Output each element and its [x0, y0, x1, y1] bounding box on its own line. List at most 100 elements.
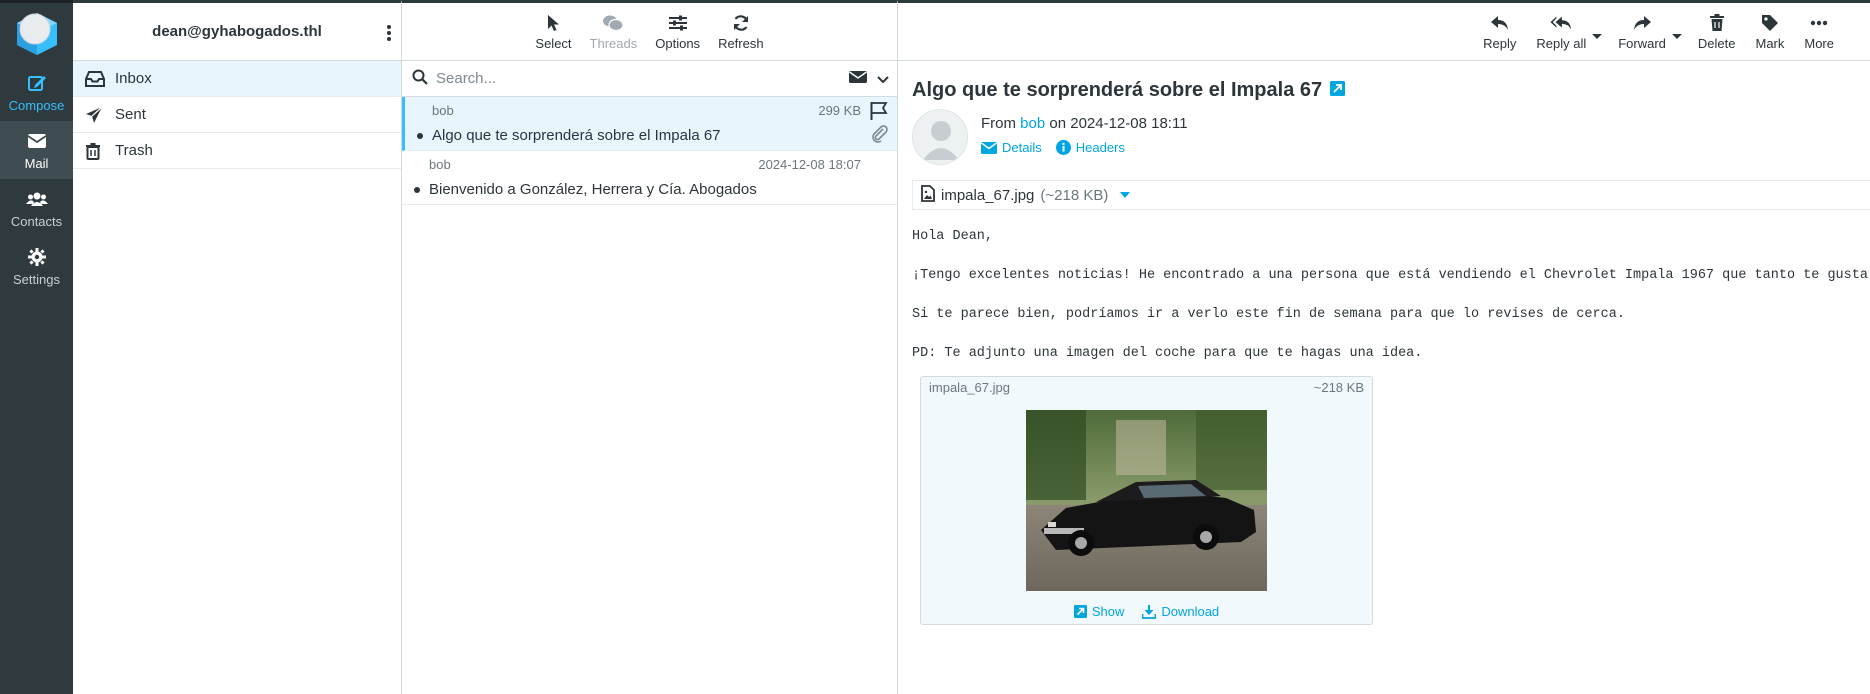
- reply-all-dropdown-icon[interactable]: [1592, 34, 1603, 39]
- kebab-menu-icon[interactable]: [383, 23, 395, 43]
- tag-icon: [1759, 12, 1781, 34]
- forward-label: Forward: [1618, 36, 1666, 51]
- contacts-icon: [25, 188, 48, 210]
- reply-all-label: Reply all: [1536, 36, 1587, 51]
- message-date: 2024-12-08 18:07: [758, 157, 861, 172]
- info-icon: [1055, 140, 1071, 155]
- ellipsis-icon: [1808, 12, 1830, 34]
- body-line: Hola Dean,: [912, 229, 994, 244]
- open-in-new-window-icon[interactable]: [1330, 79, 1346, 102]
- message-size: 299 KB: [818, 103, 861, 118]
- headers-label: Headers: [1075, 140, 1125, 155]
- attachment-menu-chevron-icon[interactable]: [1120, 192, 1131, 198]
- message-sender: bob: [429, 157, 451, 172]
- mail-subject: Algo que te sorprenderá sobre el Impala …: [912, 79, 1323, 101]
- reply-all-icon: [1550, 12, 1572, 34]
- image-actions: Show Download: [921, 604, 1372, 619]
- rail-compose[interactable]: Compose: [0, 63, 73, 121]
- threads-icon: [602, 12, 624, 34]
- mail-date: on 2024-12-08 18:11: [1049, 115, 1188, 132]
- reply-all-button[interactable]: Reply all: [1526, 3, 1596, 61]
- mark-button[interactable]: Mark: [1745, 3, 1794, 61]
- rail-mail[interactable]: Mail: [0, 121, 73, 179]
- image-attachment-card: impala_67.jpg ~218 KB Show Download: [920, 376, 1373, 625]
- search-bar: [402, 61, 897, 97]
- list-toolbar: Select Threads Options Refresh: [402, 3, 897, 61]
- reply-icon: [1489, 12, 1511, 34]
- reply-button[interactable]: Reply: [1473, 3, 1526, 61]
- open-in-new-window-icon: [1073, 605, 1087, 618]
- more-label: More: [1804, 36, 1834, 51]
- attachment-bar[interactable]: impala_67.jpg (~218 KB): [912, 180, 1870, 210]
- gear-icon: [26, 246, 48, 268]
- from-line: From bob on 2024-12-08 18:11: [981, 115, 1188, 132]
- message-row[interactable]: bob Algo que te sorprenderá sobre el Imp…: [402, 97, 897, 151]
- show-label: Show: [1091, 604, 1125, 619]
- folder-trash[interactable]: Trash: [73, 133, 401, 169]
- folder-panel: dean@gyhabogados.thl Inbox Sent Trash: [73, 0, 402, 694]
- body-line: ¡Tengo excelentes noticias! He encontrad…: [912, 268, 1870, 283]
- rail-compose-label: Compose: [8, 97, 65, 113]
- refresh-button[interactable]: Refresh: [709, 3, 773, 61]
- download-icon: [1142, 604, 1157, 619]
- more-button[interactable]: More: [1794, 3, 1844, 61]
- header-links: Details Headers: [981, 140, 1125, 155]
- envelope-icon: [26, 130, 48, 152]
- rail-contacts[interactable]: Contacts: [0, 179, 73, 237]
- search-options-chevron-icon[interactable]: [877, 71, 889, 87]
- delete-label: Delete: [1697, 36, 1736, 51]
- reader-toolbar: Reply Reply all Forward Delete Mark More: [898, 3, 1870, 61]
- trash-icon: [85, 141, 107, 161]
- refresh-icon: [730, 12, 752, 34]
- rail-mail-label: Mail: [24, 155, 49, 171]
- reading-pane: Reply Reply all Forward Delete Mark More…: [898, 0, 1870, 694]
- folder-sent[interactable]: Sent: [73, 97, 401, 133]
- forward-icon: [1631, 12, 1653, 34]
- app-rail: Compose Mail Contacts Settings: [0, 0, 73, 694]
- image-file-size: ~218 KB: [1313, 380, 1364, 395]
- message-subject: Algo que te sorprenderá sobre el Impala …: [432, 127, 721, 144]
- unread-dot-icon: [414, 187, 420, 193]
- message-subject: Bienvenido a González, Herrera y Cía. Ab…: [429, 181, 757, 198]
- details-label: Details: [1002, 140, 1042, 155]
- envelope-icon: [981, 141, 997, 154]
- folder-trash-label: Trash: [115, 142, 153, 159]
- account-email: dean@gyhabogados.thl: [152, 23, 322, 40]
- trash-icon: [1706, 12, 1728, 34]
- paper-plane-icon: [85, 105, 107, 125]
- cursor-icon: [542, 12, 564, 34]
- threads-label: Threads: [589, 36, 638, 51]
- compose-icon: [26, 72, 48, 94]
- message-row[interactable]: bob Bienvenido a González, Herrera y Cía…: [402, 151, 897, 205]
- image-file-name: impala_67.jpg: [929, 380, 1010, 395]
- details-link[interactable]: Details: [981, 140, 1042, 155]
- mail-subject-row: Algo que te sorprenderá sobre el Impala …: [912, 79, 1346, 102]
- headers-link[interactable]: Headers: [1055, 140, 1125, 155]
- download-label: Download: [1161, 604, 1220, 619]
- search-input[interactable]: [436, 70, 816, 87]
- threads-button[interactable]: Threads: [581, 3, 647, 61]
- attachment-size: (~218 KB): [1040, 186, 1109, 204]
- options-button[interactable]: Options: [646, 3, 709, 61]
- options-label: Options: [655, 36, 701, 51]
- roundcube-logo[interactable]: [0, 3, 73, 63]
- forward-dropdown-icon[interactable]: [1671, 34, 1682, 39]
- folder-inbox[interactable]: Inbox: [73, 61, 401, 97]
- delete-button[interactable]: Delete: [1688, 3, 1746, 61]
- rail-settings[interactable]: Settings: [0, 237, 73, 295]
- flag-icon[interactable]: [869, 101, 889, 124]
- show-image-link[interactable]: Show: [1073, 604, 1125, 619]
- sender-link[interactable]: bob: [1020, 115, 1045, 132]
- select-label: Select: [535, 36, 572, 51]
- forward-button[interactable]: Forward: [1608, 3, 1676, 61]
- car-photo[interactable]: [1026, 410, 1267, 591]
- search-icon: [412, 69, 428, 88]
- mark-label: Mark: [1755, 36, 1785, 51]
- unread-filter-icon[interactable]: [849, 70, 867, 87]
- reply-label: Reply: [1483, 36, 1517, 51]
- sliders-icon: [667, 12, 689, 34]
- attachment-paperclip-icon: [871, 125, 889, 146]
- folder-sent-label: Sent: [115, 106, 146, 123]
- download-image-link[interactable]: Download: [1142, 604, 1219, 619]
- select-button[interactable]: Select: [526, 3, 580, 61]
